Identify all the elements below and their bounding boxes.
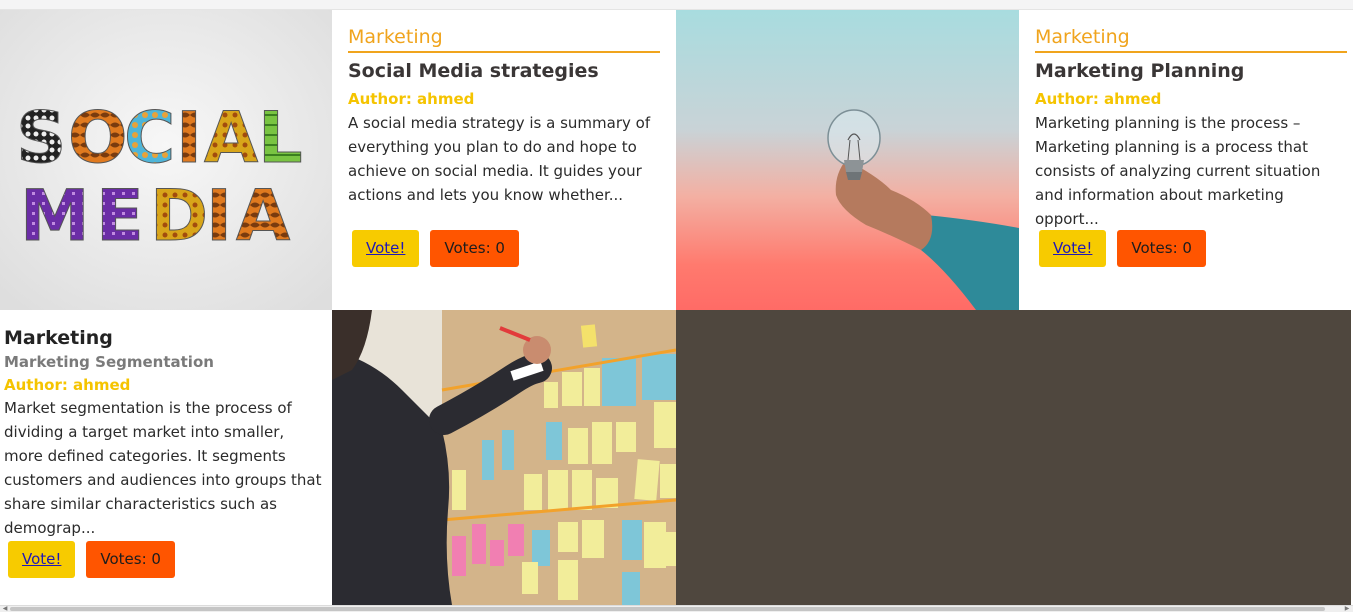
svg-text:I: I: [176, 97, 202, 179]
votes-count-button[interactable]: Votes: 0: [430, 230, 519, 267]
post-author: Author: ahmed: [1035, 90, 1162, 108]
social-media-letters-image: S O C I A L M E D I A: [0, 10, 332, 310]
post-title: Marketing Planning: [1035, 60, 1245, 82]
post-actions: Vote! Votes: 0: [8, 541, 175, 578]
svg-text:E: E: [96, 175, 144, 257]
svg-text:I: I: [206, 175, 232, 257]
chevron-left-icon[interactable]: ◀: [1, 606, 9, 612]
post-author: Author: ahmed: [4, 376, 131, 394]
svg-text:A: A: [236, 175, 290, 257]
post-description: Marketing planning is the process – Mark…: [1035, 114, 1321, 228]
svg-text:O: O: [68, 97, 128, 179]
vote-button[interactable]: Vote!: [1039, 230, 1107, 267]
post-title: Marketing Segmentation: [4, 353, 214, 371]
vote-button[interactable]: Vote!: [8, 541, 76, 578]
post-grid: S O C I A L M E D I A Marketing Social M…: [0, 10, 1351, 605]
post-title: Social Media strategies: [348, 60, 599, 82]
svg-text:A: A: [204, 97, 258, 179]
post-card-marketing-segmentation: Marketing Marketing Segmentation Author:…: [0, 310, 332, 605]
post-category: Marketing: [1035, 25, 1347, 53]
vote-button[interactable]: Vote!: [352, 230, 420, 267]
votes-count-button[interactable]: Votes: 0: [86, 541, 175, 578]
svg-text:D: D: [150, 175, 208, 257]
scrollbar-thumb[interactable]: [10, 607, 1325, 611]
top-bar: [0, 0, 1353, 10]
svg-text:S: S: [16, 97, 66, 179]
post-card-social-media: Marketing Social Media strategies Author…: [332, 10, 676, 310]
svg-text:C: C: [124, 97, 175, 179]
horizontal-scrollbar[interactable]: ◀ ▶: [0, 605, 1353, 612]
post-description: Market segmentation is the process of di…: [4, 399, 322, 537]
svg-text:M: M: [20, 175, 90, 257]
post-image-social-media: S O C I A L M E D I A: [0, 10, 332, 310]
page: S O C I A L M E D I A Marketing Social M…: [0, 0, 1353, 612]
empty-tile: [676, 310, 1351, 605]
chevron-right-icon[interactable]: ▶: [1343, 606, 1351, 612]
post-card-marketing-planning: Marketing Marketing Planning Author: ahm…: [1019, 10, 1351, 310]
post-image-light-bulb: [676, 10, 1019, 310]
post-image-sticky-notes: [332, 310, 676, 605]
post-description: A social media strategy is a summary of …: [348, 114, 651, 204]
sticky-notes-board-image: [332, 310, 676, 605]
votes-count-button[interactable]: Votes: 0: [1117, 230, 1206, 267]
light-bulb-hand-image: [827, 109, 1019, 310]
post-category: Marketing: [4, 327, 113, 349]
post-category: Marketing: [348, 25, 660, 53]
post-author: Author: ahmed: [348, 90, 475, 108]
post-actions: Vote! Votes: 0: [352, 230, 519, 267]
post-actions: Vote! Votes: 0: [1039, 230, 1206, 267]
svg-text:L: L: [258, 97, 303, 179]
